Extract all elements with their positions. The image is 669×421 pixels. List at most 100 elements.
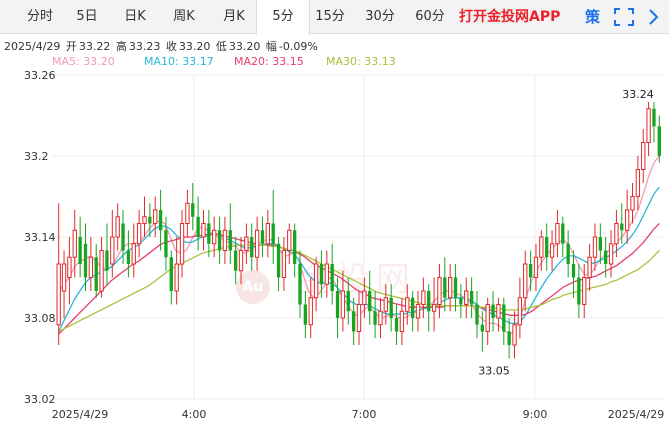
candle-body <box>222 229 228 251</box>
strategy-button[interactable]: 策 <box>585 0 600 34</box>
tab-monthly-k[interactable]: 月K <box>218 0 250 34</box>
change-label: 幅 <box>265 40 277 53</box>
candle-body <box>136 223 142 245</box>
candle-body <box>281 250 287 278</box>
candle-body <box>110 236 115 265</box>
tab-minute[interactable]: 分时 <box>22 0 58 34</box>
candle-body <box>131 243 136 265</box>
candle-body <box>598 237 602 251</box>
candle-body <box>415 304 421 319</box>
change-value: -0.09% <box>278 40 318 53</box>
candle-body <box>582 277 587 305</box>
candle-body <box>191 203 195 217</box>
candle-body <box>485 304 490 332</box>
candle-body <box>260 230 265 244</box>
open-label: 开 <box>65 40 77 53</box>
candle-body <box>78 237 82 264</box>
candle-body <box>250 237 254 258</box>
candle-body <box>265 223 270 245</box>
candle-body <box>61 263 67 292</box>
low-value: 33.20 <box>228 40 261 53</box>
candle-body <box>399 310 405 332</box>
candle-body <box>276 243 281 278</box>
candle-body <box>148 216 152 224</box>
candle-body <box>373 311 377 325</box>
candle-body <box>228 230 232 251</box>
tab-30-min[interactable]: 30分 <box>362 0 398 34</box>
candle-body <box>313 263 319 299</box>
y-tick-label: 33.26 <box>24 69 56 82</box>
candle-body <box>410 297 415 318</box>
candle-body <box>592 236 598 258</box>
y-tick-label: 33.08 <box>24 312 56 325</box>
candle-body <box>340 290 346 319</box>
candle-body <box>287 229 292 251</box>
candle-body <box>105 250 109 271</box>
y-tick-label: 33.02 <box>24 393 56 406</box>
candle-body <box>453 277 458 298</box>
candle-body <box>142 216 147 224</box>
close-label: 收 <box>165 40 177 53</box>
tab-5-min[interactable]: 5分 <box>256 0 310 35</box>
candle-body <box>292 230 297 264</box>
candle-body <box>620 223 624 231</box>
candle-body <box>308 297 313 326</box>
x-tick-label: 2025/4/29 <box>52 408 108 421</box>
candle-body <box>335 291 340 318</box>
candle-body <box>83 243 88 278</box>
candle-body <box>244 236 249 251</box>
x-tick-label: 7:00 <box>352 408 377 421</box>
candle-body <box>303 304 308 325</box>
candle-body <box>512 324 517 346</box>
candle-body <box>169 257 173 291</box>
candle-body <box>533 256 539 278</box>
open-app-link[interactable]: 打开金投网APP <box>459 0 560 34</box>
candle-body <box>561 223 565 244</box>
candle-body <box>608 243 614 265</box>
candle-body <box>539 236 544 258</box>
candle-body <box>630 196 635 211</box>
candle-body <box>72 229 77 258</box>
candle-body <box>126 250 131 264</box>
candle-body <box>431 304 437 312</box>
candle-body <box>196 216 200 237</box>
candle-body <box>330 264 334 291</box>
candlestick-chart: 33.26 33.2 33.14 33.08 33.02 2025/4/29 4:00 7:0… <box>24 69 664 421</box>
candle-body <box>459 297 463 305</box>
candle-body <box>646 108 651 143</box>
chevron-right-icon[interactable] <box>646 8 662 26</box>
candle-body <box>174 263 179 292</box>
candle-body <box>464 290 469 305</box>
candle-body <box>378 310 383 326</box>
candle-body <box>635 169 641 197</box>
candle-body <box>389 297 393 318</box>
candle-body <box>427 291 431 312</box>
candle-body <box>443 277 447 298</box>
tab-daily-k[interactable]: 日K <box>120 0 150 34</box>
candle-body <box>121 223 125 251</box>
x-tick-label: 9:00 <box>523 408 548 421</box>
x-tick-label: 4:00 <box>182 408 207 421</box>
candle-body <box>99 250 104 292</box>
open-value: 33.22 <box>78 40 111 53</box>
candle-body <box>528 264 533 278</box>
tab-weekly-k[interactable]: 周K <box>168 0 200 34</box>
x-tick-label: 2025/4/29 <box>608 408 664 421</box>
candle-body <box>324 263 329 285</box>
candle-body <box>88 256 94 278</box>
candle-body <box>56 263 61 326</box>
candle-body <box>604 250 608 264</box>
candle-body <box>566 243 570 264</box>
candle-body <box>624 209 630 231</box>
high-value: 33.23 <box>128 40 161 53</box>
fullscreen-icon[interactable] <box>614 8 634 26</box>
candle-body <box>185 202 190 224</box>
tab-5-day[interactable]: 5日 <box>72 0 102 34</box>
candle-body <box>577 277 581 305</box>
candle-body <box>201 223 206 238</box>
candle-body <box>212 229 217 245</box>
low-annotation: 33.05 <box>478 365 510 378</box>
tab-60-min[interactable]: 60分 <box>412 0 448 34</box>
candle-body <box>179 223 185 265</box>
tab-15-min[interactable]: 15分 <box>312 0 348 34</box>
